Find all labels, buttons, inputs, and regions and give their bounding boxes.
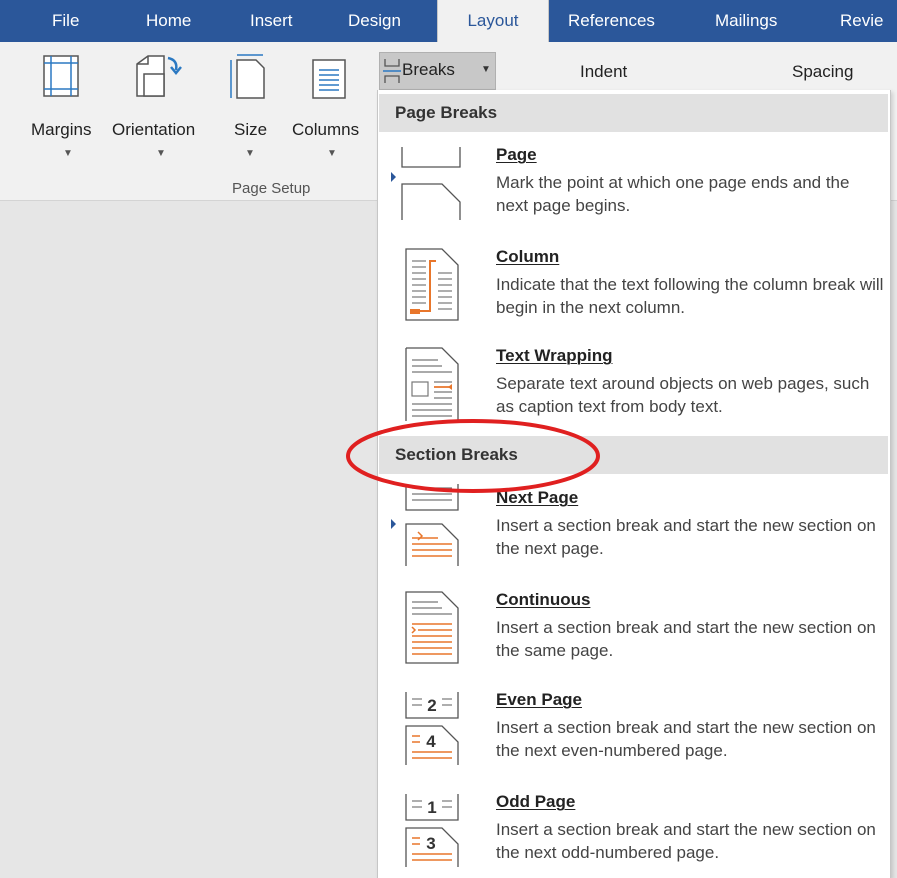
page-setup-group-label: Page Setup	[232, 180, 311, 197]
even-page-break-desc: Insert a section break and start the new…	[496, 718, 876, 760]
chevron-down-icon: ▼	[481, 64, 491, 75]
menu-item-column-break[interactable]: Column Indicate that the text following …	[378, 247, 890, 327]
menu-item-page-break[interactable]: Page Mark the point at which one page en…	[378, 145, 890, 225]
page-break-title: Page	[496, 145, 537, 164]
word-window: File Home Insert Design Layout Reference…	[0, 0, 897, 878]
ribbon-tab-bar: File Home Insert Design Layout Reference…	[0, 0, 897, 43]
svg-text:1: 1	[427, 798, 436, 817]
column-break-icon	[405, 248, 459, 321]
next-page-break-desc: Insert a section break and start the new…	[496, 516, 876, 558]
chevron-down-icon: ▼	[327, 148, 337, 159]
menu-item-odd-page-break[interactable]: 1 3 Odd Page Insert a section break and …	[378, 792, 890, 872]
orientation-label: Orientation	[112, 120, 196, 139]
breaks-button[interactable]: Breaks ▼	[379, 52, 496, 90]
column-break-desc: Indicate that the text following the col…	[496, 275, 884, 317]
spacing-label: Spacing	[792, 62, 854, 81]
menu-item-continuous-break[interactable]: Continuous Insert a section break and st…	[378, 590, 890, 670]
page-breaks-header: Page Breaks	[379, 94, 888, 132]
continuous-break-icon	[405, 591, 459, 664]
breaks-dropdown-menu: Page Breaks Page Mark the point at which…	[377, 90, 891, 878]
selection-marker-icon	[391, 172, 396, 182]
menu-item-even-page-break[interactable]: 2 4 Even Page Insert a section break and…	[378, 690, 890, 770]
continuous-break-title: Continuous	[496, 590, 591, 609]
column-break-title: Column	[496, 247, 560, 266]
continuous-break-desc: Insert a section break and start the new…	[496, 618, 876, 660]
text-wrapping-break-icon	[405, 347, 459, 421]
selection-marker-icon	[391, 519, 396, 529]
text-wrapping-break-title: Text Wrapping	[496, 346, 613, 365]
svg-text:4: 4	[426, 732, 436, 751]
tab-home[interactable]: Home	[146, 0, 191, 42]
margins-label: Margins	[31, 120, 92, 139]
columns-icon	[312, 59, 346, 99]
svg-text:2: 2	[427, 696, 436, 715]
menu-item-text-wrapping-break[interactable]: Text Wrapping Separate text around objec…	[378, 346, 890, 426]
tab-file[interactable]: File	[52, 0, 79, 42]
tab-layout[interactable]: Layout	[437, 0, 549, 43]
section-breaks-header: Section Breaks	[379, 436, 888, 474]
breaks-label: Breaks	[402, 60, 455, 79]
margins-icon	[43, 55, 79, 97]
next-page-break-icon	[405, 484, 459, 566]
size-label: Size	[234, 120, 268, 139]
odd-page-break-desc: Insert a section break and start the new…	[496, 820, 876, 862]
tab-insert[interactable]: Insert	[250, 0, 293, 42]
next-page-break-title: Next Page	[496, 488, 579, 507]
svg-text:3: 3	[426, 834, 435, 853]
text-wrapping-break-desc: Separate text around objects on web page…	[496, 374, 870, 416]
breaks-icon	[383, 59, 401, 83]
tab-references[interactable]: References	[568, 0, 655, 42]
orientation-icon	[136, 55, 182, 97]
indent-label: Indent	[580, 62, 628, 81]
even-page-break-title: Even Page	[496, 690, 582, 709]
size-icon	[230, 54, 265, 99]
tab-mailings[interactable]: Mailings	[715, 0, 777, 42]
chevron-down-icon: ▼	[63, 148, 73, 159]
page-break-icon	[401, 147, 461, 220]
page-break-desc: Mark the point at which one page ends an…	[496, 173, 850, 215]
even-page-break-icon: 2 4	[405, 692, 459, 765]
tab-review[interactable]: Revie	[840, 0, 883, 42]
tab-design[interactable]: Design	[348, 0, 401, 42]
chevron-down-icon: ▼	[156, 148, 166, 159]
chevron-down-icon: ▼	[245, 148, 255, 159]
odd-page-break-title: Odd Page	[496, 792, 576, 811]
odd-page-break-icon: 1 3	[405, 794, 459, 867]
menu-item-next-page-break[interactable]: Next Page Insert a section break and sta…	[378, 484, 890, 570]
columns-label: Columns	[292, 120, 360, 139]
